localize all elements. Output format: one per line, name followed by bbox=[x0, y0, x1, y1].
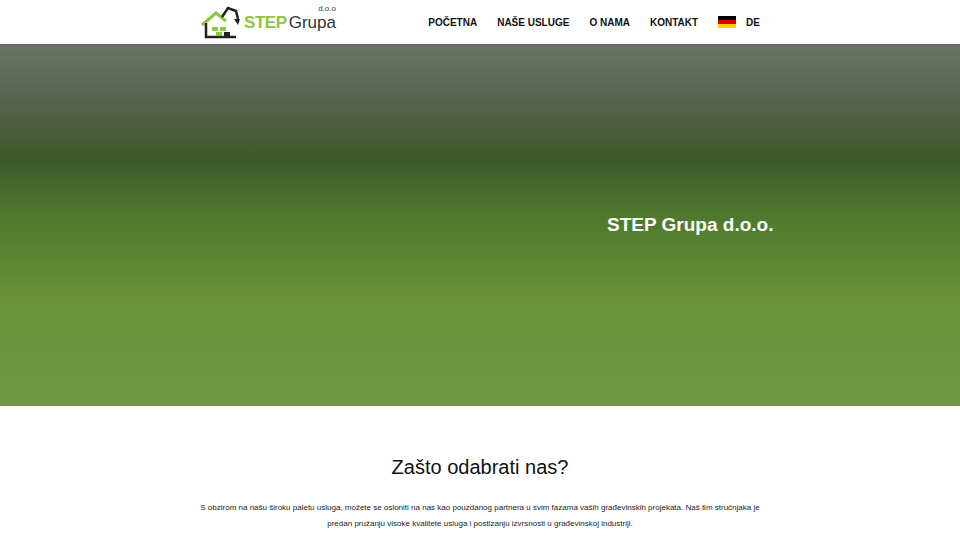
german-flag-icon bbox=[718, 16, 736, 28]
site-header: STEP d.o.o Grupa POČETNA NAŠE USLUGE O NAM… bbox=[0, 0, 960, 44]
logo[interactable]: STEP d.o.o Grupa bbox=[200, 5, 336, 39]
nav-link[interactable]: POČETNA bbox=[428, 15, 477, 30]
language-label: DE bbox=[746, 15, 760, 30]
logo-brand: STEP bbox=[244, 14, 287, 31]
main-nav: POČETNA NAŠE USLUGE O NAMA KONTAKT DE bbox=[428, 15, 760, 30]
logo-name: Grupa bbox=[289, 13, 336, 32]
language-switch[interactable]: DE bbox=[718, 15, 760, 30]
house-excavator-icon bbox=[200, 5, 242, 39]
hero: STEP Grupa d.o.o. bbox=[0, 44, 960, 406]
section-text: S obzirom na našu široku paletu usluga, … bbox=[193, 500, 768, 532]
nav-link[interactable]: NAŠE USLUGE bbox=[497, 15, 569, 30]
nav-link[interactable]: KONTAKT bbox=[650, 15, 698, 30]
hero-title: STEP Grupa d.o.o. bbox=[607, 211, 773, 240]
nav-link[interactable]: O NAMA bbox=[589, 15, 630, 30]
section-heading: Zašto odabrati nas? bbox=[392, 452, 569, 482]
why-us-section: Zašto odabrati nas? S obzirom na našu ši… bbox=[0, 406, 960, 532]
logo-suffix: d.o.o bbox=[318, 5, 336, 13]
